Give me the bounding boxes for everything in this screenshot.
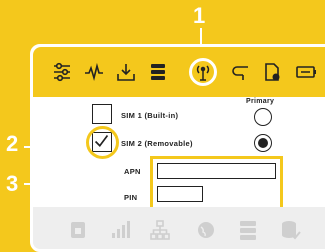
- callout-number-2: 2: [6, 131, 19, 156]
- device-window: Primary SIM 1 (Built-in) SIM 2 (Removabl…: [30, 44, 325, 252]
- database-check-icon[interactable]: [279, 219, 301, 241]
- battery-icon[interactable]: [295, 61, 317, 83]
- bottom-nav-bar: [33, 207, 325, 249]
- callout-number-1: 1: [193, 3, 206, 28]
- connector-icon[interactable]: [229, 61, 251, 83]
- sim1-label: SIM 1 (Built-in): [121, 111, 179, 120]
- callout-number-3: 3: [6, 171, 19, 196]
- sim1-primary-radio[interactable]: [254, 108, 272, 126]
- sim1-checkbox[interactable]: [92, 104, 112, 124]
- fields-highlight: [150, 156, 283, 212]
- primary-column-label: Primary: [246, 98, 275, 105]
- pulse-icon[interactable]: [83, 61, 105, 83]
- globe-icon[interactable]: [195, 219, 217, 241]
- selected-tab-highlight: [189, 58, 217, 86]
- document-gear-icon[interactable]: [261, 61, 283, 83]
- sim-settings-panel: Primary SIM 1 (Built-in) SIM 2 (Removabl…: [33, 97, 325, 212]
- toolbar: [33, 47, 325, 97]
- signal-bars-icon[interactable]: [109, 219, 131, 241]
- pin-label: PIN: [124, 193, 138, 202]
- checkbox-highlight: [86, 126, 119, 159]
- server-stack-icon[interactable]: [237, 219, 259, 241]
- network-tree-icon[interactable]: [149, 219, 171, 241]
- download-tray-icon[interactable]: [115, 61, 137, 83]
- sim-card-icon[interactable]: [67, 219, 89, 241]
- sim2-label: SIM 2 (Removable): [121, 139, 193, 148]
- sim2-primary-radio[interactable]: [254, 134, 272, 152]
- server-icon[interactable]: [147, 61, 169, 83]
- equalizer-icon[interactable]: [51, 61, 73, 83]
- apn-label: APN: [124, 167, 141, 176]
